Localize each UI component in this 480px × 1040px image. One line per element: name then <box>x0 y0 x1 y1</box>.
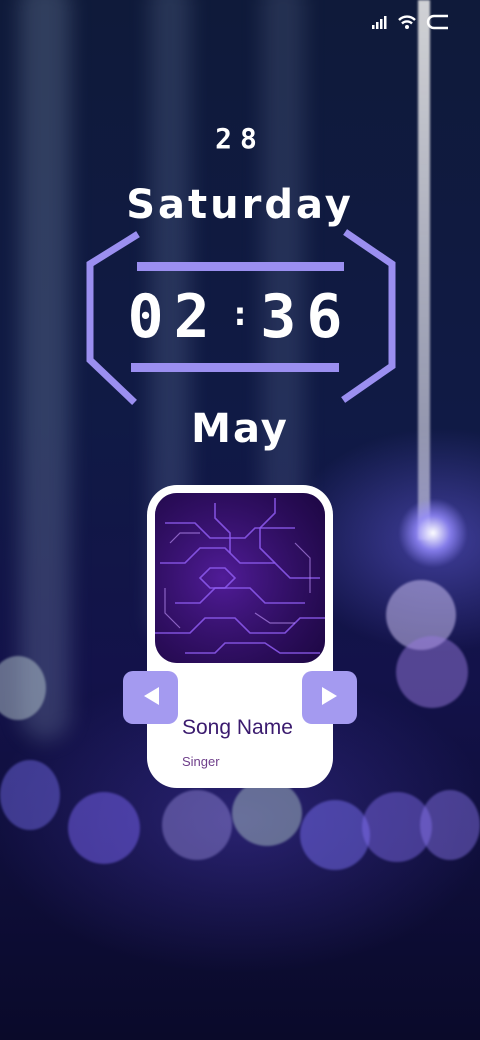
clock-hours: 02 <box>127 282 220 352</box>
previous-button[interactable] <box>123 671 178 724</box>
song-title: Song Name <box>182 716 293 739</box>
clock-time: 02:36 <box>0 282 480 352</box>
singer-name: Singer <box>182 754 220 769</box>
play-right-icon <box>320 685 340 711</box>
play-left-icon <box>141 685 161 711</box>
clock-separator: : <box>229 294 251 334</box>
clock-frame <box>86 229 396 405</box>
month: May <box>191 406 289 452</box>
next-button[interactable] <box>302 671 357 724</box>
music-widget[interactable] <box>147 485 333 788</box>
clock-minutes: 36 <box>260 282 353 352</box>
album-art[interactable] <box>155 493 325 663</box>
